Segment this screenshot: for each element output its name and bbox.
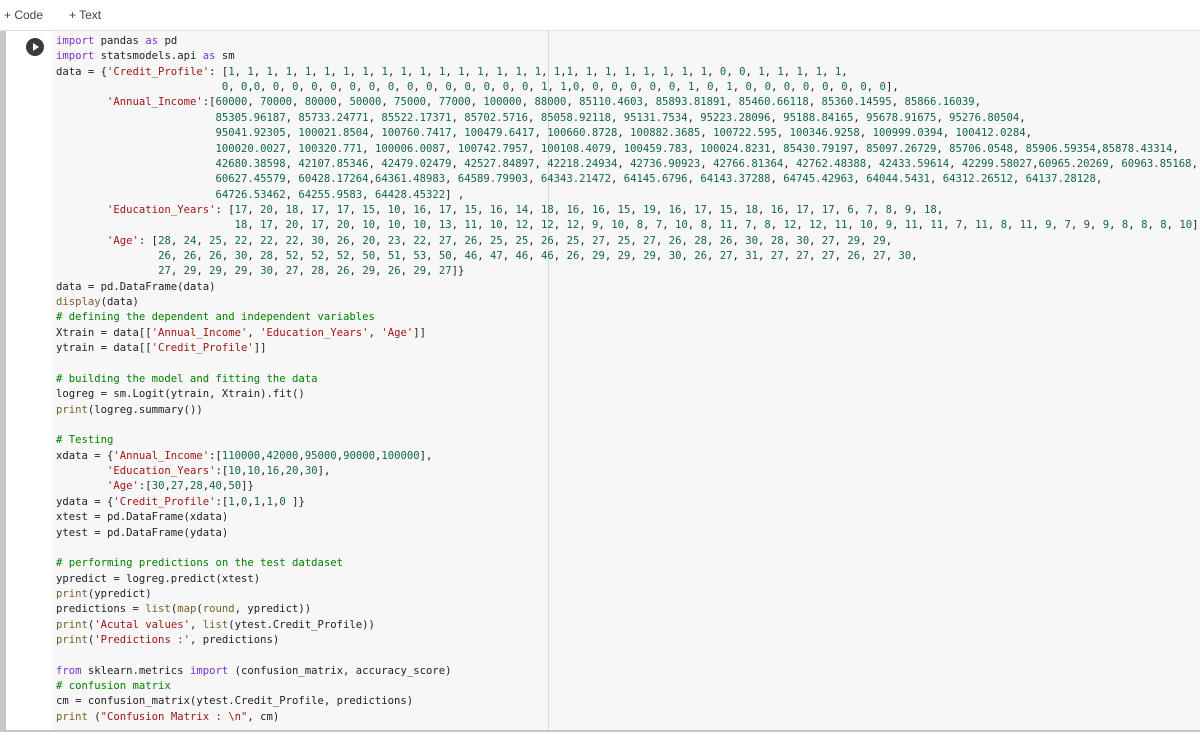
code-line[interactable]: ytest = pd.DataFrame(ydata)	[56, 526, 1200, 541]
code-line[interactable]: # defining the dependent and independent…	[56, 310, 1200, 325]
code-text[interactable]: import pandas as pd import statsmodels.ap…	[56, 34, 1200, 725]
code-line[interactable]: 85305.96187, 85733.24771, 85522.17371, 8…	[56, 111, 1200, 126]
code-line[interactable]: ​	[56, 418, 1200, 433]
code-line[interactable]: predictions = list(map(round, ypredict))	[56, 602, 1200, 617]
code-line[interactable]: ypredict = logreg.predict(xtest)	[56, 572, 1200, 587]
code-line[interactable]: ytrain = data[['Credit_Profile']]	[56, 341, 1200, 356]
code-line[interactable]: 26, 26, 26, 30, 28, 52, 52, 52, 50, 51, …	[56, 249, 1200, 264]
code-line[interactable]: print(ypredict)	[56, 587, 1200, 602]
code-line[interactable]: print(logreg.summary())	[56, 403, 1200, 418]
code-line[interactable]: print ("Confusion Matrix : \n", cm)	[56, 710, 1200, 725]
code-line[interactable]: ​	[56, 648, 1200, 663]
code-line[interactable]: 95041.92305, 100021.8504, 100760.7417, 1…	[56, 126, 1200, 141]
code-line[interactable]: Xtrain = data[['Annual_Income', 'Educati…	[56, 326, 1200, 341]
code-line[interactable]: print('Acutal values', list(ytest.Credit…	[56, 618, 1200, 633]
code-line[interactable]: # building the model and fitting the dat…	[56, 372, 1200, 387]
play-icon	[33, 43, 39, 51]
code-line[interactable]: data = {'Credit_Profile': [1, 1, 1, 1, 1…	[56, 65, 1200, 80]
notebook-toolbar: + Code + Text	[0, 0, 1200, 31]
code-line[interactable]: data = pd.DataFrame(data)	[56, 280, 1200, 295]
code-line[interactable]: # Testing	[56, 433, 1200, 448]
run-cell-button[interactable]	[26, 38, 44, 56]
code-line[interactable]: 'Education_Years':[10,10,16,20,30],	[56, 464, 1200, 479]
code-line[interactable]: import pandas as pd	[56, 34, 1200, 49]
code-line[interactable]: display(data)	[56, 295, 1200, 310]
code-line[interactable]: 18, 17, 20, 17, 20, 10, 10, 10, 13, 11, …	[56, 218, 1200, 233]
code-line[interactable]: 27, 29, 29, 29, 30, 27, 28, 26, 29, 26, …	[56, 264, 1200, 279]
code-line[interactable]: 'Age':[30,27,28,40,50]}	[56, 479, 1200, 494]
code-line[interactable]: 'Annual_Income':[60000, 70000, 80000, 50…	[56, 95, 1200, 110]
code-line[interactable]: 'Education_Years': [17, 20, 18, 17, 17, …	[56, 203, 1200, 218]
code-line[interactable]: xtest = pd.DataFrame(xdata)	[56, 510, 1200, 525]
code-line[interactable]: # confusion matrix	[56, 679, 1200, 694]
code-line[interactable]: import statsmodels.api as sm	[56, 49, 1200, 64]
code-line[interactable]: cm = confusion_matrix(ytest.Credit_Profi…	[56, 694, 1200, 709]
code-line[interactable]: 100020.0027, 100320.771, 100006.0087, 10…	[56, 142, 1200, 157]
code-line[interactable]: logreg = sm.Logit(ytrain, Xtrain).fit()	[56, 387, 1200, 402]
cell-bottom-border	[0, 730, 1200, 732]
code-line[interactable]: xdata = {'Annual_Income':[110000,42000,9…	[56, 449, 1200, 464]
code-line[interactable]: 42680.38598, 42107.85346, 42479.02479, 4…	[56, 157, 1200, 172]
code-line[interactable]: from sklearn.metrics import (confusion_m…	[56, 664, 1200, 679]
cell-gutter	[6, 31, 52, 730]
code-line[interactable]: 60627.45579, 60428.17264,64361.48983, 64…	[56, 172, 1200, 187]
code-line[interactable]: 0, 0,0, 0, 0, 0, 0, 0, 0, 0, 0, 0, 0, 0,…	[56, 80, 1200, 95]
code-line[interactable]: 64726.53462, 64255.9583, 64428.45322] ,	[56, 188, 1200, 203]
code-line[interactable]: ​	[56, 357, 1200, 372]
code-line[interactable]: ydata = {'Credit_Profile':[1,0,1,1,0 ]}	[56, 495, 1200, 510]
code-line[interactable]: # performing predictions on the test dat…	[56, 556, 1200, 571]
code-line[interactable]: 'Age': [28, 24, 25, 22, 22, 22, 30, 26, …	[56, 234, 1200, 249]
code-line[interactable]: ​	[56, 541, 1200, 556]
add-text-button[interactable]: + Text	[69, 6, 101, 24]
code-line[interactable]: print('Predictions :', predictions)	[56, 633, 1200, 648]
add-code-button[interactable]: + Code	[4, 6, 43, 24]
